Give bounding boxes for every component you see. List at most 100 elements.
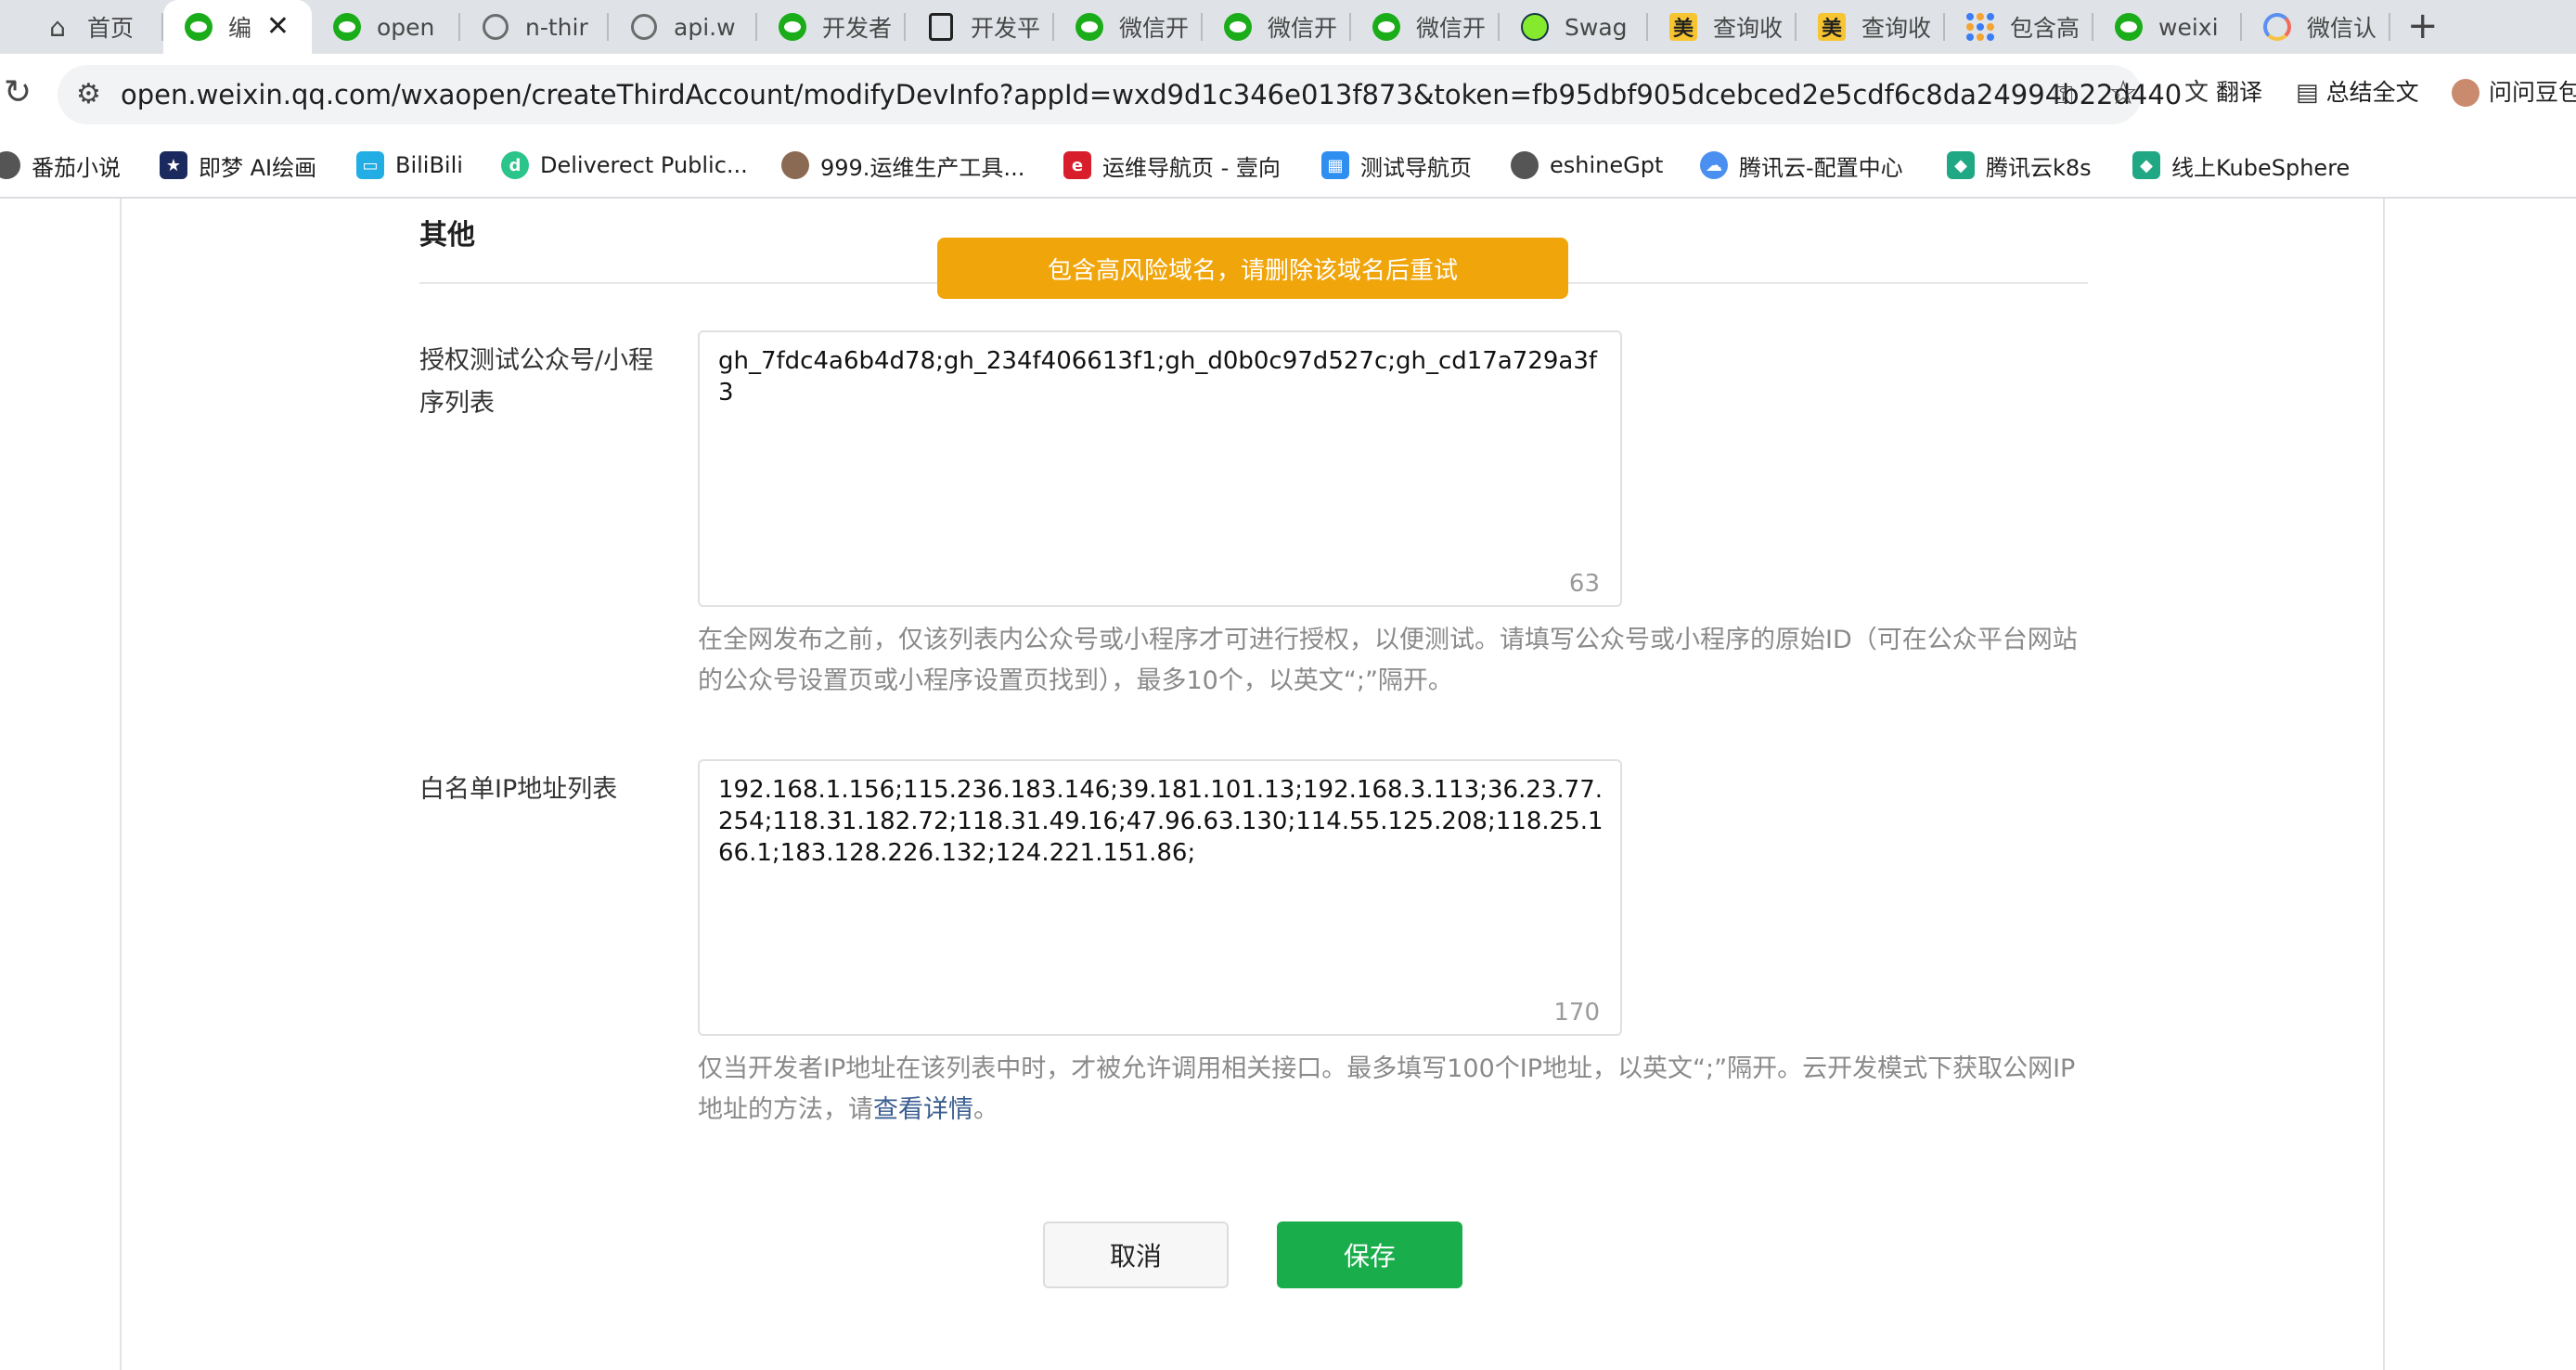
cube-icon [926, 12, 956, 42]
bookmark-label: 即梦 AI绘画 [199, 154, 317, 181]
tab-title: Swag [1565, 13, 1628, 41]
bookmark-item[interactable]: eshineGpt [1511, 147, 1663, 184]
bookmark-label: BiliBili [395, 152, 463, 178]
bookmark-icon: e [1063, 151, 1091, 179]
translate-button[interactable]: 文 翻译 [2184, 74, 2262, 111]
bookmark-icon: ◆ [1947, 151, 1975, 179]
bookmark-item[interactable]: e 运维导航页 - 壹向 [1063, 147, 1281, 184]
bookmark-label: 腾讯云k8s [1986, 154, 2092, 181]
tab[interactable]: 微信开 [1054, 0, 1203, 54]
tab-title: n-thir [525, 13, 588, 41]
bookmark-item[interactable]: ☁ 腾讯云-配置中心 [1700, 147, 1903, 184]
browser-toolbar: ↻ ⚙ open.weixin.qq.com/wxaopen/createThi… [0, 54, 2576, 136]
ask-doubao-button[interactable]: 问问豆包 [2452, 74, 2576, 111]
bookmark-item[interactable]: d Deliverect Public... [501, 147, 748, 184]
tab-strip: ⌂ 首页 编 ✕ open n-thir api.w 开发者 开发平 微信开 微… [0, 0, 2576, 54]
tab[interactable]: api.w [609, 0, 757, 54]
bookmark-label: 番茄小说 [32, 154, 121, 181]
bookmark-label: 999.运维生产工具... [820, 154, 1025, 181]
field-hint: 仅当开发者IP地址在该列表中时，才被允许调用相关接口。最多填写100个IP地址，… [698, 1049, 2090, 1131]
tab[interactable]: 微信认 [2242, 0, 2390, 54]
bookmark-icon: ▭ [356, 151, 384, 179]
tab[interactable]: 美 查询收 [1648, 0, 1797, 54]
tab[interactable]: 开发者 [757, 0, 906, 54]
globe-icon [629, 12, 659, 42]
save-button[interactable]: 保存 [1277, 1221, 1462, 1288]
field-hint: 在全网发布之前，仅该列表内公众号或小程序才可进行授权，以便测试。请填写公众号或小… [698, 626, 2078, 695]
bookmark-icon [781, 151, 809, 179]
view-details-link[interactable]: 查看详情 [873, 1095, 973, 1124]
tab[interactable]: 包含高 [1945, 0, 2093, 54]
summary-button[interactable]: ▤ 总结全文 [2296, 74, 2419, 111]
bookmark-icon: ▦ [1321, 151, 1349, 179]
ask-label: 问问豆包 [2489, 79, 2576, 106]
tab[interactable]: 开发平 [906, 0, 1054, 54]
test-accounts-textarea[interactable]: gh_7fdc4a6b4d78;gh_234f406613f1;gh_d0b0c… [698, 330, 1622, 607]
ip-whitelist-textarea[interactable]: 192.168.1.156;115.236.183.146;39.181.101… [698, 759, 1622, 1036]
wechat-icon [1075, 12, 1104, 42]
wechat-icon [332, 12, 362, 42]
url-text[interactable]: open.weixin.qq.com/wxaopen/createThirdAc… [121, 80, 2182, 110]
bookmark-label: Deliverect Public... [540, 152, 748, 178]
cancel-button[interactable]: 取消 [1043, 1221, 1229, 1288]
tab-active[interactable]: 编 ✕ [163, 0, 312, 54]
tab[interactable]: weixi [2093, 0, 2242, 54]
tab-title: 微信开 [1268, 15, 1338, 42]
textarea-value: gh_7fdc4a6b4d78;gh_234f406613f1;gh_d0b0c… [718, 347, 1598, 407]
textarea-value: 192.168.1.156;115.236.183.146;39.181.101… [718, 776, 1604, 867]
hint-text: 。 [973, 1095, 998, 1124]
bookmark-label: 线上KubeSphere [2171, 154, 2351, 181]
tab-title: 微信开 [1416, 15, 1487, 42]
globe-icon [481, 12, 510, 42]
bookmarks-bar: 番茄小说 ★ 即梦 AI绘画 ▭ BiliBili d Deliverect P… [0, 136, 2576, 199]
tab-title: 微信认 [2307, 15, 2377, 42]
reload-icon[interactable]: ↻ [4, 74, 32, 111]
new-tab-button[interactable]: + [2407, 4, 2439, 48]
address-bar[interactable]: ⚙ open.weixin.qq.com/wxaopen/createThird… [58, 65, 2182, 124]
summary-label: 总结全文 [2325, 79, 2419, 106]
site-settings-icon[interactable]: ⚙ [76, 80, 101, 110]
meituan-icon: 美 [1817, 12, 1847, 42]
bookmark-item[interactable]: 番茄小说 [0, 147, 121, 184]
tab-home[interactable]: ⌂ 首页 [0, 0, 163, 54]
document-icon: ▤ [2296, 79, 2319, 107]
tab-title: open [377, 13, 435, 41]
divider [120, 199, 122, 1370]
tab-title: 包含高 [2010, 15, 2080, 42]
field-label-ip-whitelist: 白名单IP地址列表 [419, 775, 618, 804]
bookmark-icon: ◆ [2132, 151, 2160, 179]
bookmark-item[interactable]: ★ 即梦 AI绘画 [160, 147, 316, 184]
bookmark-item[interactable]: ◆ 腾讯云k8s [1947, 147, 2092, 184]
tab[interactable]: 微信开 [1203, 0, 1351, 54]
translate-icon: 文 [2184, 79, 2209, 107]
tab-title: api.w [674, 13, 736, 41]
key-icon[interactable]: ⚿ [2054, 82, 2073, 110]
divider [2383, 199, 2385, 1370]
close-icon[interactable]: ✕ [266, 13, 290, 41]
tab[interactable]: 美 查询收 [1797, 0, 1945, 54]
translate-label: 翻译 [2216, 79, 2263, 106]
avatar [2452, 79, 2479, 107]
bookmark-item[interactable]: ◆ 线上KubeSphere [2132, 147, 2350, 184]
tab[interactable]: Swag [1500, 0, 1648, 54]
bookmark-icon: ☁ [1700, 151, 1728, 179]
tab[interactable]: 微信开 [1351, 0, 1500, 54]
grid-icon [1965, 12, 1995, 42]
bookmark-label: 运维导航页 - 壹向 [1102, 154, 1281, 181]
tab-title: 查询收 [1713, 15, 1784, 42]
tab-title: 开发平 [971, 15, 1041, 42]
bookmark-label: eshineGpt [1550, 152, 1664, 178]
wechat-icon [184, 12, 213, 42]
tab[interactable]: n-thir [460, 0, 609, 54]
home-icon: ⌂ [49, 11, 66, 43]
tab-title: 查询收 [1861, 15, 1932, 42]
bookmark-item[interactable]: ▦ 测试导航页 [1321, 147, 1472, 184]
bookmark-item[interactable]: ▭ BiliBili [356, 147, 463, 184]
tab[interactable]: open [312, 0, 460, 54]
tab-title: 首页 [87, 15, 135, 42]
page-content: 其他 包含高风险域名，请删除该域名后重试 授权测试公众号/小程序列表 gh_7f… [0, 199, 2576, 1370]
tab-title: 微信开 [1119, 15, 1190, 42]
bookmark-star-icon[interactable]: ☆ [2108, 76, 2138, 111]
bookmark-label: 腾讯云-配置中心 [1739, 154, 1903, 181]
bookmark-item[interactable]: 999.运维生产工具... [781, 147, 1024, 184]
